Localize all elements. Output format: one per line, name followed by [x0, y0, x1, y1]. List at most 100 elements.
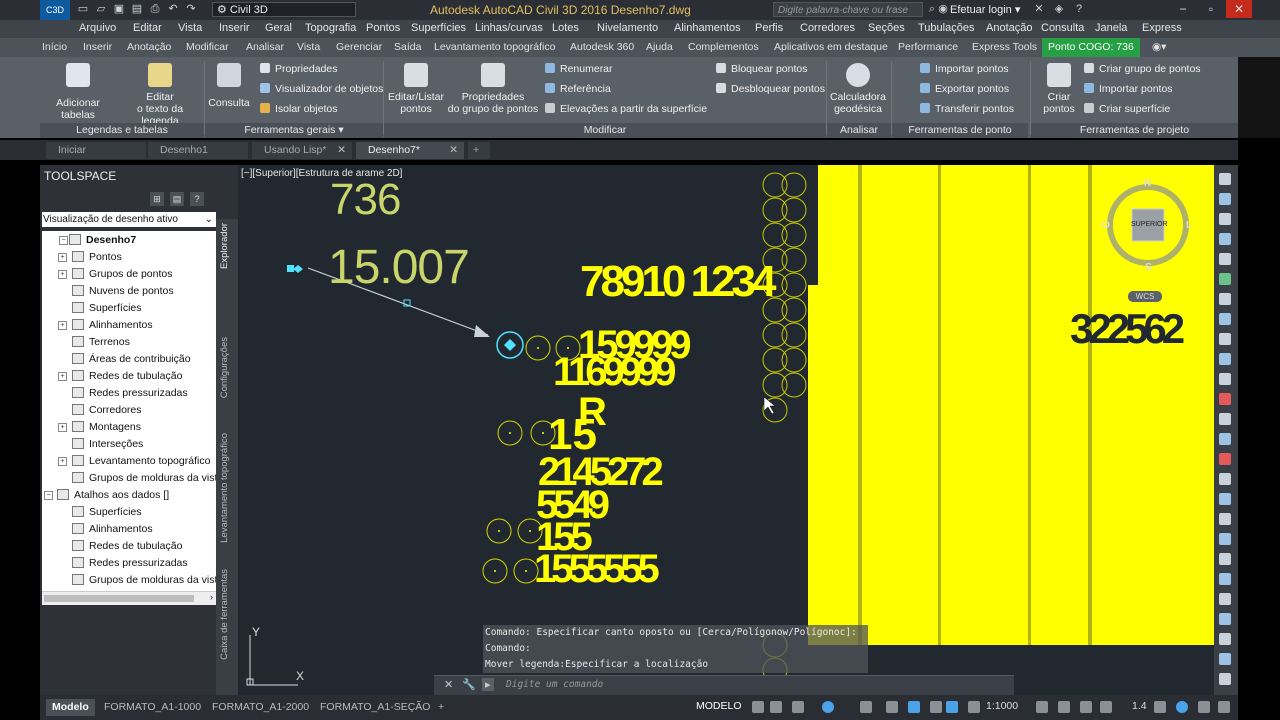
isolate-objects-button[interactable]: Isolar objetos	[260, 103, 337, 115]
nav-tool-icon[interactable]	[1219, 353, 1231, 365]
panel-title[interactable]: Ferramentas de projeto	[1031, 123, 1238, 138]
user-icon[interactable]: ◉	[936, 2, 950, 16]
nav-tool-icon[interactable]	[1219, 393, 1231, 405]
ribbon-tab[interactable]: Complementos	[688, 41, 759, 53]
tree-node[interactable]: Interseções	[72, 438, 143, 450]
new-tab-button[interactable]: +	[468, 142, 490, 159]
properties-button[interactable]: Propriedades	[260, 63, 337, 75]
layout-tab-model[interactable]: Modelo	[46, 699, 95, 716]
menu-item[interactable]: Inserir	[219, 22, 250, 34]
panel-title[interactable]: Ferramentas gerais ▾	[205, 123, 383, 138]
nav-tool-icon[interactable]	[1219, 653, 1231, 665]
menu-item[interactable]: Lotes	[552, 22, 579, 34]
viewcube-label[interactable]: SUPERIOR	[1131, 221, 1168, 228]
ribbon-tab[interactable]: Analisar	[246, 41, 284, 53]
expand-icon[interactable]: +	[58, 253, 67, 262]
annotation-scale[interactable]: 1:1000	[986, 700, 1018, 712]
export-points-button[interactable]: Exportar pontos	[920, 83, 1009, 95]
annotation-autoscale-icon[interactable]	[968, 701, 980, 713]
nav-tool-icon[interactable]	[1219, 453, 1231, 465]
save-as-icon[interactable]: ▤	[130, 2, 144, 16]
menu-item[interactable]: Alinhamentos	[674, 22, 741, 34]
menu-item[interactable]: Tubulações	[918, 22, 974, 34]
menu-item[interactable]: Geral	[265, 22, 292, 34]
lock-points-button[interactable]: Bloquear pontos	[716, 63, 807, 75]
wcs-menu[interactable]: WCS	[1128, 291, 1162, 302]
menu-item[interactable]: Consulta	[1041, 22, 1084, 34]
menu-item[interactable]: Topografia	[305, 22, 356, 34]
new-layout-button[interactable]: +	[432, 699, 450, 716]
help-icon[interactable]: ?	[190, 192, 204, 206]
ribbon-tab[interactable]: Modificar	[186, 41, 229, 53]
panel-title[interactable]: Ferramentas de ponto COGO ▾	[892, 123, 1028, 151]
nav-tool-icon[interactable]	[1219, 533, 1231, 545]
customization-icon[interactable]	[1198, 701, 1210, 713]
isolate-icon[interactable]	[1100, 701, 1112, 713]
scrollbar-thumb[interactable]	[44, 595, 194, 602]
elevations-from-surface-button[interactable]: Elevações a partir da superfície	[545, 103, 707, 115]
tree-node[interactable]: Nuvens de pontos	[72, 285, 174, 297]
nav-tool-icon[interactable]	[1219, 213, 1231, 225]
side-tab-survey[interactable]: Levantamento topográfico	[219, 433, 230, 543]
file-tab[interactable]: Desenho1	[148, 142, 248, 159]
expand-icon[interactable]: +	[58, 372, 67, 381]
nav-tool-icon[interactable]	[1219, 633, 1231, 645]
polar-icon[interactable]	[822, 701, 834, 713]
close-tab-icon[interactable]: ✕	[449, 142, 458, 159]
ribbon-tab[interactable]: Início	[42, 41, 67, 53]
expand-icon[interactable]: +	[58, 457, 67, 466]
menu-item[interactable]: Arquivo	[79, 22, 116, 34]
tree-node[interactable]: Redes de tubulação	[72, 540, 182, 552]
close-icon[interactable]: ✕	[444, 678, 453, 691]
renumber-button[interactable]: Renumerar	[545, 63, 613, 75]
horizontal-scrollbar[interactable]: ›	[42, 591, 216, 605]
geodetic-calculator-button[interactable]: Calculadora geodésica	[828, 63, 888, 115]
drawing-canvas[interactable]: [−][Superior][Estrutura de arame 2D] 736…	[238, 165, 1214, 695]
unlock-points-button[interactable]: Desbloquear pontos	[716, 83, 825, 95]
expand-icon[interactable]: +	[58, 270, 67, 279]
tree-node[interactable]: Montagens	[72, 421, 141, 433]
nav-tool-icon[interactable]	[1219, 333, 1231, 345]
tree-node[interactable]: Superfícies	[72, 506, 142, 518]
tree-node[interactable]: Redes de tubulação	[72, 370, 182, 382]
new-icon[interactable]: ▭	[76, 2, 90, 16]
side-tab-settings[interactable]: Configurações	[219, 337, 230, 398]
object-viewer-button[interactable]: Visualizador de objetos	[260, 83, 383, 95]
menu-item[interactable]: Anotação	[986, 22, 1032, 34]
nav-tool-icon[interactable]	[1219, 673, 1231, 685]
help-icon[interactable]: ?	[1072, 2, 1086, 16]
nav-tool-icon[interactable]	[1219, 553, 1231, 565]
customize-icon[interactable]: 🔧	[462, 678, 476, 691]
panel-title[interactable]: Legendas e tabelas	[40, 123, 204, 138]
tree-node[interactable]: Grupos de pontos	[72, 268, 172, 280]
ribbon-tab[interactable]: Aplicativos em destaque	[774, 41, 888, 53]
nav-tool-icon[interactable]	[1219, 473, 1231, 485]
compass-south[interactable]: S	[1145, 262, 1152, 273]
nav-tool-icon[interactable]	[1219, 193, 1231, 205]
tree-node[interactable]: Terrenos	[72, 336, 130, 348]
lineweight-value[interactable]: 1.4	[1132, 700, 1147, 712]
menu-item[interactable]: Editar	[133, 22, 162, 34]
tree-node[interactable]: Superfícies	[72, 302, 142, 314]
menu-item[interactable]: Vista	[178, 22, 202, 34]
panel-title[interactable]: Modificar	[384, 123, 826, 138]
restore-icon[interactable]: ▫	[1198, 0, 1224, 18]
tree-node[interactable]: Grupos de molduras da vista	[72, 472, 223, 484]
snap-icon[interactable]	[770, 701, 782, 713]
ribbon-tab-active[interactable]: Ponto COGO: 736	[1042, 38, 1140, 57]
lineweight-icon[interactable]	[930, 701, 942, 713]
project-import-points-button[interactable]: Importar pontos	[1084, 83, 1173, 95]
tree-node[interactable]: Redes pressurizadas	[72, 557, 188, 569]
tree-node[interactable]: Levantamento topográfico	[72, 455, 210, 467]
tree-node[interactable]: Pontos	[72, 251, 122, 263]
dynamic-input-icon[interactable]	[908, 701, 920, 713]
menu-item[interactable]: Corredores	[800, 22, 855, 34]
menu-item[interactable]: Express	[1142, 22, 1182, 34]
nav-tool-icon[interactable]	[1219, 413, 1231, 425]
transfer-points-button[interactable]: Transferir pontos	[920, 103, 1014, 115]
workspace-switch-icon[interactable]	[1036, 701, 1048, 713]
nav-tool-icon[interactable]	[1219, 373, 1231, 385]
nav-tool-icon[interactable]	[1219, 233, 1231, 245]
layout-tab[interactable]: FORMATO_A1-2000	[206, 699, 315, 716]
ortho-icon[interactable]	[792, 701, 804, 713]
